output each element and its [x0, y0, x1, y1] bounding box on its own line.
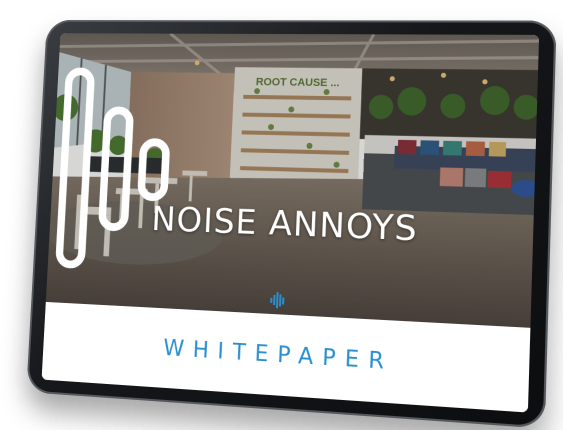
tablet-screen: ROOT CAUSE ... NOISE ANNOYS WHITEPAPER — [41, 33, 540, 413]
office-photo: ROOT CAUSE ... NOISE ANNOYS — [45, 33, 540, 329]
tablet-device: ROOT CAUSE ... NOISE ANNOYS WHITEPAPER — [26, 20, 557, 429]
sound-wave-icon — [46, 33, 290, 314]
document-subtitle: WHITEPAPER — [162, 335, 394, 375]
stage: ROOT CAUSE ... NOISE ANNOYS WHITEPAPER — [0, 0, 563, 430]
small-wave-icon — [270, 291, 285, 309]
